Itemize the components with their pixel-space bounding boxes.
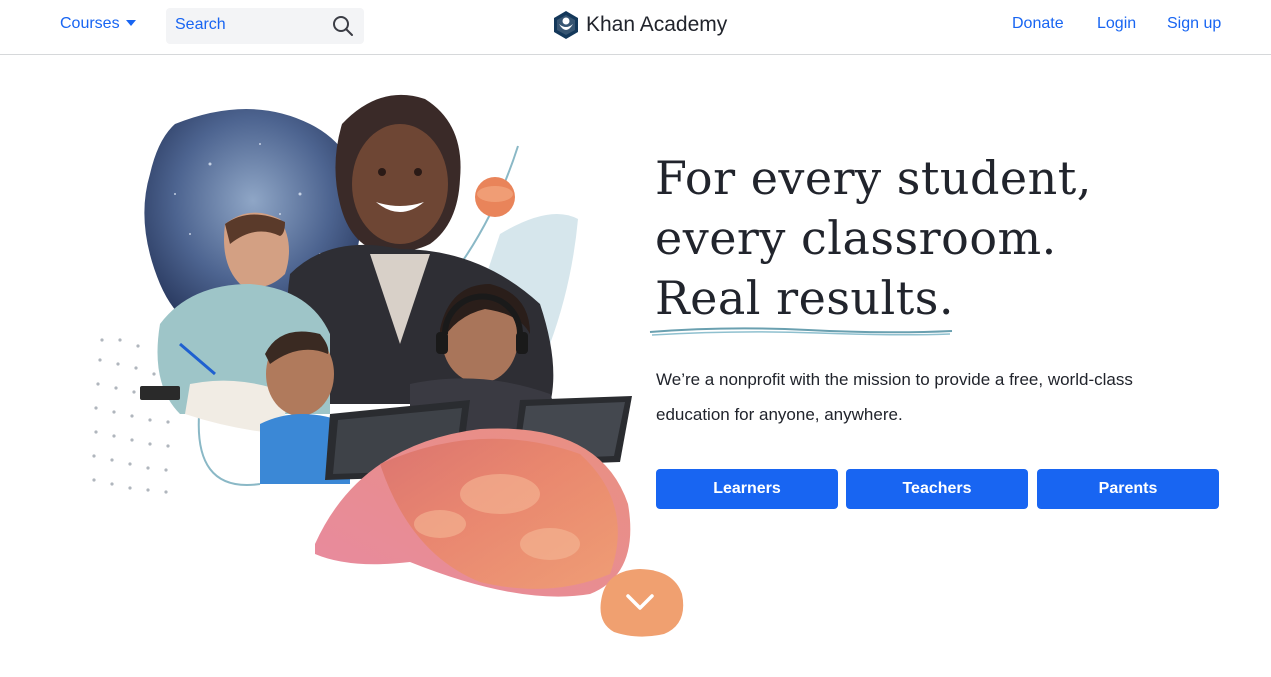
login-link[interactable]: Login (1097, 15, 1136, 33)
headline-underline-decoration (649, 327, 953, 336)
donate-link[interactable]: Donate (1012, 15, 1064, 33)
logo-text: Khan Academy (586, 13, 728, 36)
teachers-button[interactable]: Teachers (846, 469, 1028, 509)
chevron-down-icon (125, 20, 136, 26)
courses-menu-button[interactable]: Courses (60, 15, 136, 33)
headline-line-3: Real results. (655, 271, 954, 325)
search-input[interactable] (175, 15, 325, 35)
learners-button[interactable]: Learners (656, 469, 838, 509)
scroll-down-button[interactable] (594, 566, 686, 638)
parents-button[interactable]: Parents (1037, 469, 1219, 509)
hero-mission-text: We’re a nonprofit with the mission to pr… (656, 370, 1133, 424)
search-icon[interactable] (331, 14, 355, 38)
top-navigation-bar: Courses Khan Academy Donate Login Sign u… (0, 0, 1271, 55)
hero-headline: For every student, every classroom. Real… (655, 148, 1215, 328)
headline-line-2: every classroom. (655, 211, 1057, 265)
headline-line-1: For every student, (655, 151, 1092, 205)
khan-academy-logo[interactable]: Khan Academy (552, 10, 727, 40)
search-box[interactable] (166, 8, 364, 44)
khan-academy-logo-icon (554, 11, 578, 39)
hero-collage-image (92, 94, 632, 597)
signup-link[interactable]: Sign up (1167, 15, 1221, 33)
courses-label: Courses (60, 15, 120, 32)
